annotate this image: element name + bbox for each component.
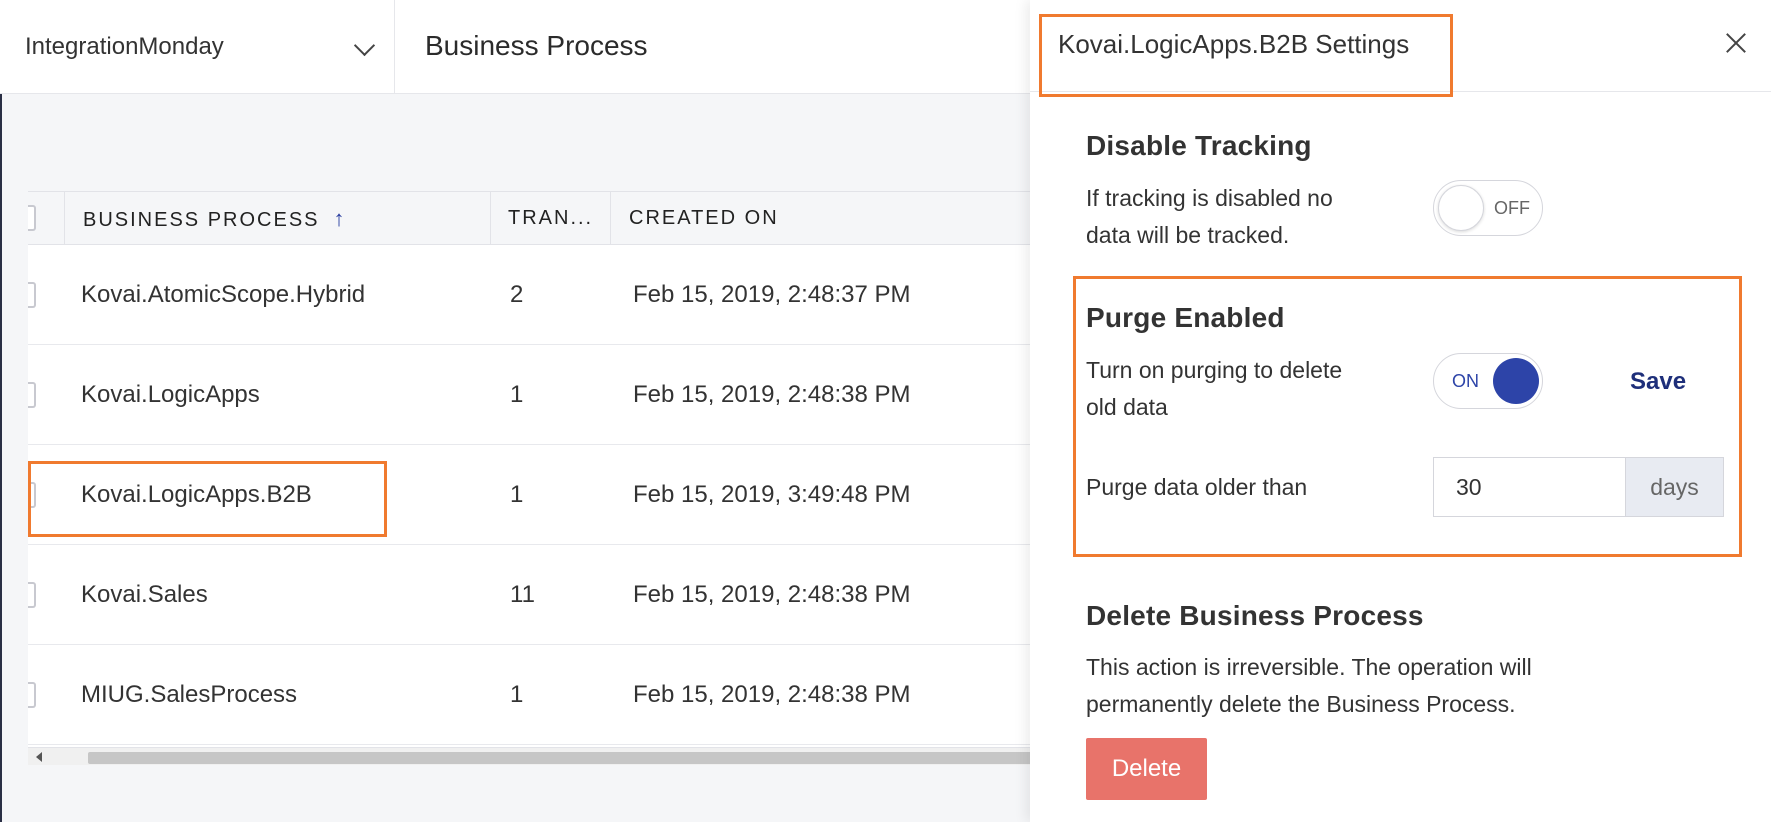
purge-enabled-title: Purge Enabled [1086,302,1285,333]
business-process-name[interactable]: MIUG.SalesProcess [81,645,297,745]
delete-desc-line1: This action is irreversible. The operati… [1086,654,1532,680]
horizontal-scrollbar[interactable] [28,747,1040,765]
close-icon[interactable] [1723,30,1749,56]
row-checkbox[interactable] [28,282,36,308]
created-on: Feb 15, 2019, 3:49:48 PM [633,481,911,508]
toggle-state-label: ON [1452,371,1479,391]
row-checkbox[interactable] [28,682,36,708]
sort-ascending-icon[interactable]: ↑ [334,192,345,245]
delete-business-process-title: Delete Business Process [1086,600,1424,631]
disable-tracking-toggle[interactable]: OFF [1433,180,1543,236]
table-row[interactable]: Kovai.LogicApps.B2B 1 Feb 15, 2019, 3:49… [28,445,1040,545]
column-header-transactions[interactable]: TRAN... [508,192,593,245]
app-left-edge [0,0,2,822]
purge-days-input[interactable] [1433,457,1625,517]
panel-title: Kovai.LogicApps.B2B Settings [1058,29,1410,59]
transaction-count: 1 [510,381,524,408]
transaction-count: 1 [510,681,524,708]
panel-header: Kovai.LogicApps.B2B Settings [1030,0,1771,92]
purge-enabled-toggle[interactable]: ON [1433,353,1543,409]
business-process-name[interactable]: Kovai.Sales [81,545,208,645]
toggle-state-label: OFF [1494,198,1530,218]
business-process-name[interactable]: Kovai.LogicApps [81,345,260,445]
business-process-table: BUSINESS PROCESS ↑ TRAN... CREATED ON Kov… [28,191,1040,747]
business-process-name[interactable]: Kovai.AtomicScope.Hybrid [81,245,365,345]
row-checkbox[interactable] [28,482,36,508]
column-header-label: BUSINESS PROCESS [83,209,320,231]
transaction-count: 2 [510,281,524,308]
column-header-created-on[interactable]: CREATED ON [629,192,779,245]
select-all-checkbox[interactable] [28,205,36,231]
toggle-knob [1438,185,1484,231]
scroll-left-arrow-icon[interactable] [36,752,42,762]
column-header-business-process[interactable]: BUSINESS PROCESS ↑ [83,192,345,245]
table-row[interactable]: Kovai.LogicApps 1 Feb 15, 2019, 2:48:38 … [28,345,1040,445]
column-divider [64,192,65,245]
environment-dropdown[interactable]: IntegrationMonday [2,0,395,94]
purge-older-than-label: Purge data older than [1086,474,1308,500]
column-divider [490,192,491,245]
table-row[interactable]: MIUG.SalesProcess 1 Feb 15, 2019, 2:48:3… [28,645,1040,745]
purge-desc-line2: old data [1086,394,1168,420]
created-on: Feb 15, 2019, 2:48:38 PM [633,681,911,708]
disable-tracking-desc-line2: data will be tracked. [1086,222,1290,248]
scrollbar-thumb[interactable] [88,752,1040,764]
created-on: Feb 15, 2019, 2:48:38 PM [633,581,911,608]
business-process-name[interactable]: Kovai.LogicApps.B2B [81,445,312,545]
disable-tracking-title: Disable Tracking [1086,130,1312,161]
delete-desc-line2: permanently delete the Business Process. [1086,691,1516,717]
transaction-count: 1 [510,481,524,508]
delete-button[interactable]: Delete [1086,738,1207,800]
created-on: Feb 15, 2019, 2:48:38 PM [633,381,911,408]
disable-tracking-desc-line1: If tracking is disabled no [1086,185,1333,211]
chevron-down-icon [353,34,376,57]
column-divider [610,192,611,245]
top-bar: IntegrationMonday Business Process [0,0,1040,94]
days-unit-label: days [1625,457,1724,517]
table-row[interactable]: Kovai.AtomicScope.Hybrid 2 Feb 15, 2019,… [28,245,1040,345]
save-button[interactable]: Save [1630,368,1686,396]
row-checkbox[interactable] [28,582,36,608]
purge-desc-line1: Turn on purging to delete [1086,357,1343,383]
transaction-count: 11 [510,581,535,608]
table-row[interactable]: Kovai.Sales 11 Feb 15, 2019, 2:48:38 PM [28,545,1040,645]
table-header: BUSINESS PROCESS ↑ TRAN... CREATED ON [28,191,1040,245]
created-on: Feb 15, 2019, 2:48:37 PM [633,281,911,308]
settings-panel: Kovai.LogicApps.B2B Settings Disable Tra… [1030,0,1771,822]
toggle-knob [1493,358,1539,404]
environment-label: IntegrationMonday [25,33,224,60]
row-checkbox[interactable] [28,382,36,408]
page-title: Business Process [425,30,648,61]
